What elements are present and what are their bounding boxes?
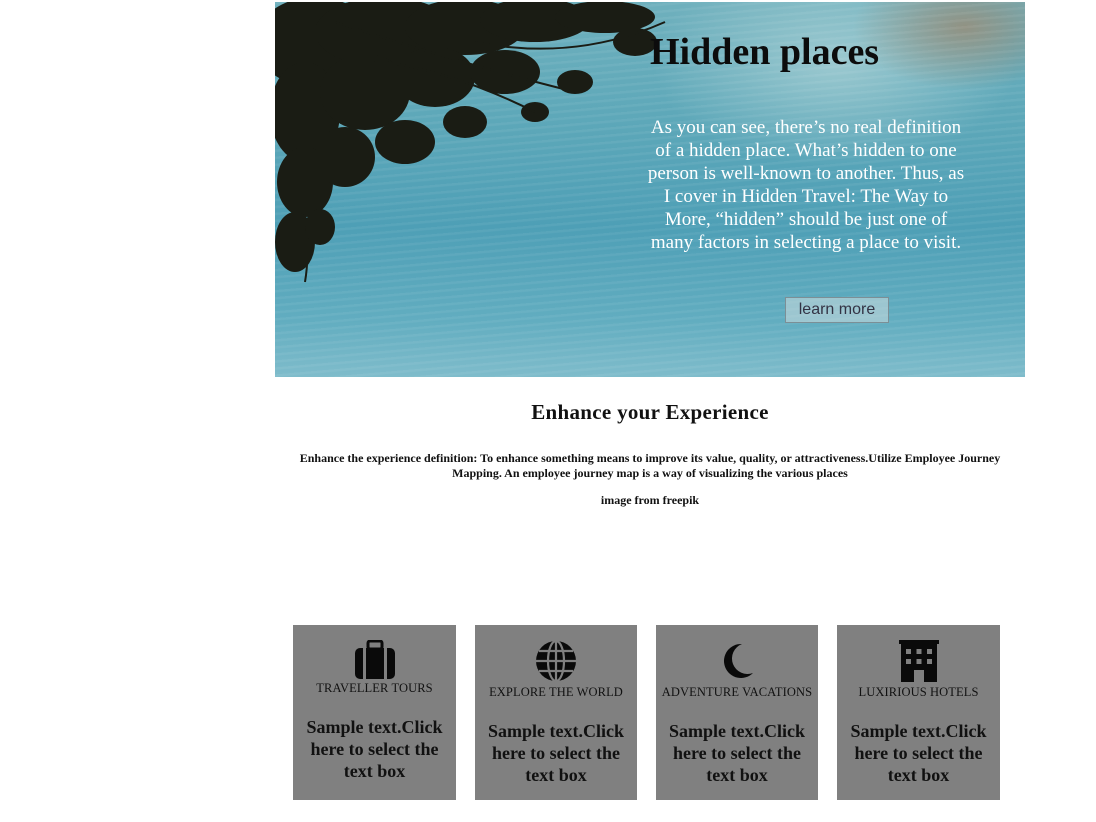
card-luxirious-hotels[interactable]: LUXIRIOUS HOTELS Sample text.Click here …: [837, 625, 1000, 800]
card-label: EXPLORE THE WORLD: [489, 685, 623, 699]
globe-icon: [536, 640, 576, 682]
card-adventure-vacations[interactable]: ADVENTURE VACATIONS Sample text.Click he…: [656, 625, 818, 800]
card-label: ADVENTURE VACATIONS: [661, 685, 813, 699]
hotel-icon: [898, 640, 939, 682]
card-explore-the-world[interactable]: EXPLORE THE WORLD Sample text.Click here…: [475, 625, 637, 800]
card-body-text[interactable]: Sample text.Click here to select the tex…: [299, 716, 450, 782]
suitcase-icon: [354, 640, 395, 679]
learn-more-button[interactable]: learn more: [785, 297, 889, 323]
card-body-text[interactable]: Sample text.Click here to select the tex…: [843, 720, 994, 786]
section-description: Enhance the experience definition: To en…: [299, 451, 1001, 480]
tree-branches-image: [275, 2, 666, 283]
hero-paragraph: As you can see, there’s no real definiti…: [647, 117, 965, 253]
hero-banner: Hidden places As you can see, there’s no…: [275, 2, 1025, 377]
card-body-text[interactable]: Sample text.Click here to select the tex…: [662, 720, 812, 786]
card-traveller-tours[interactable]: TRAVELLER TOURS Sample text.Click here t…: [293, 625, 456, 800]
hero-title: Hidden places: [650, 31, 880, 73]
card-label: LUXIRIOUS HOTELS: [858, 685, 979, 699]
card-body-text[interactable]: Sample text.Click here to select the tex…: [481, 720, 631, 786]
card-label: TRAVELLER TOURS: [316, 681, 433, 695]
image-credit: image from freepik: [600, 493, 700, 507]
moon-icon: [723, 643, 753, 678]
section-title: Enhance your Experience: [531, 400, 769, 424]
